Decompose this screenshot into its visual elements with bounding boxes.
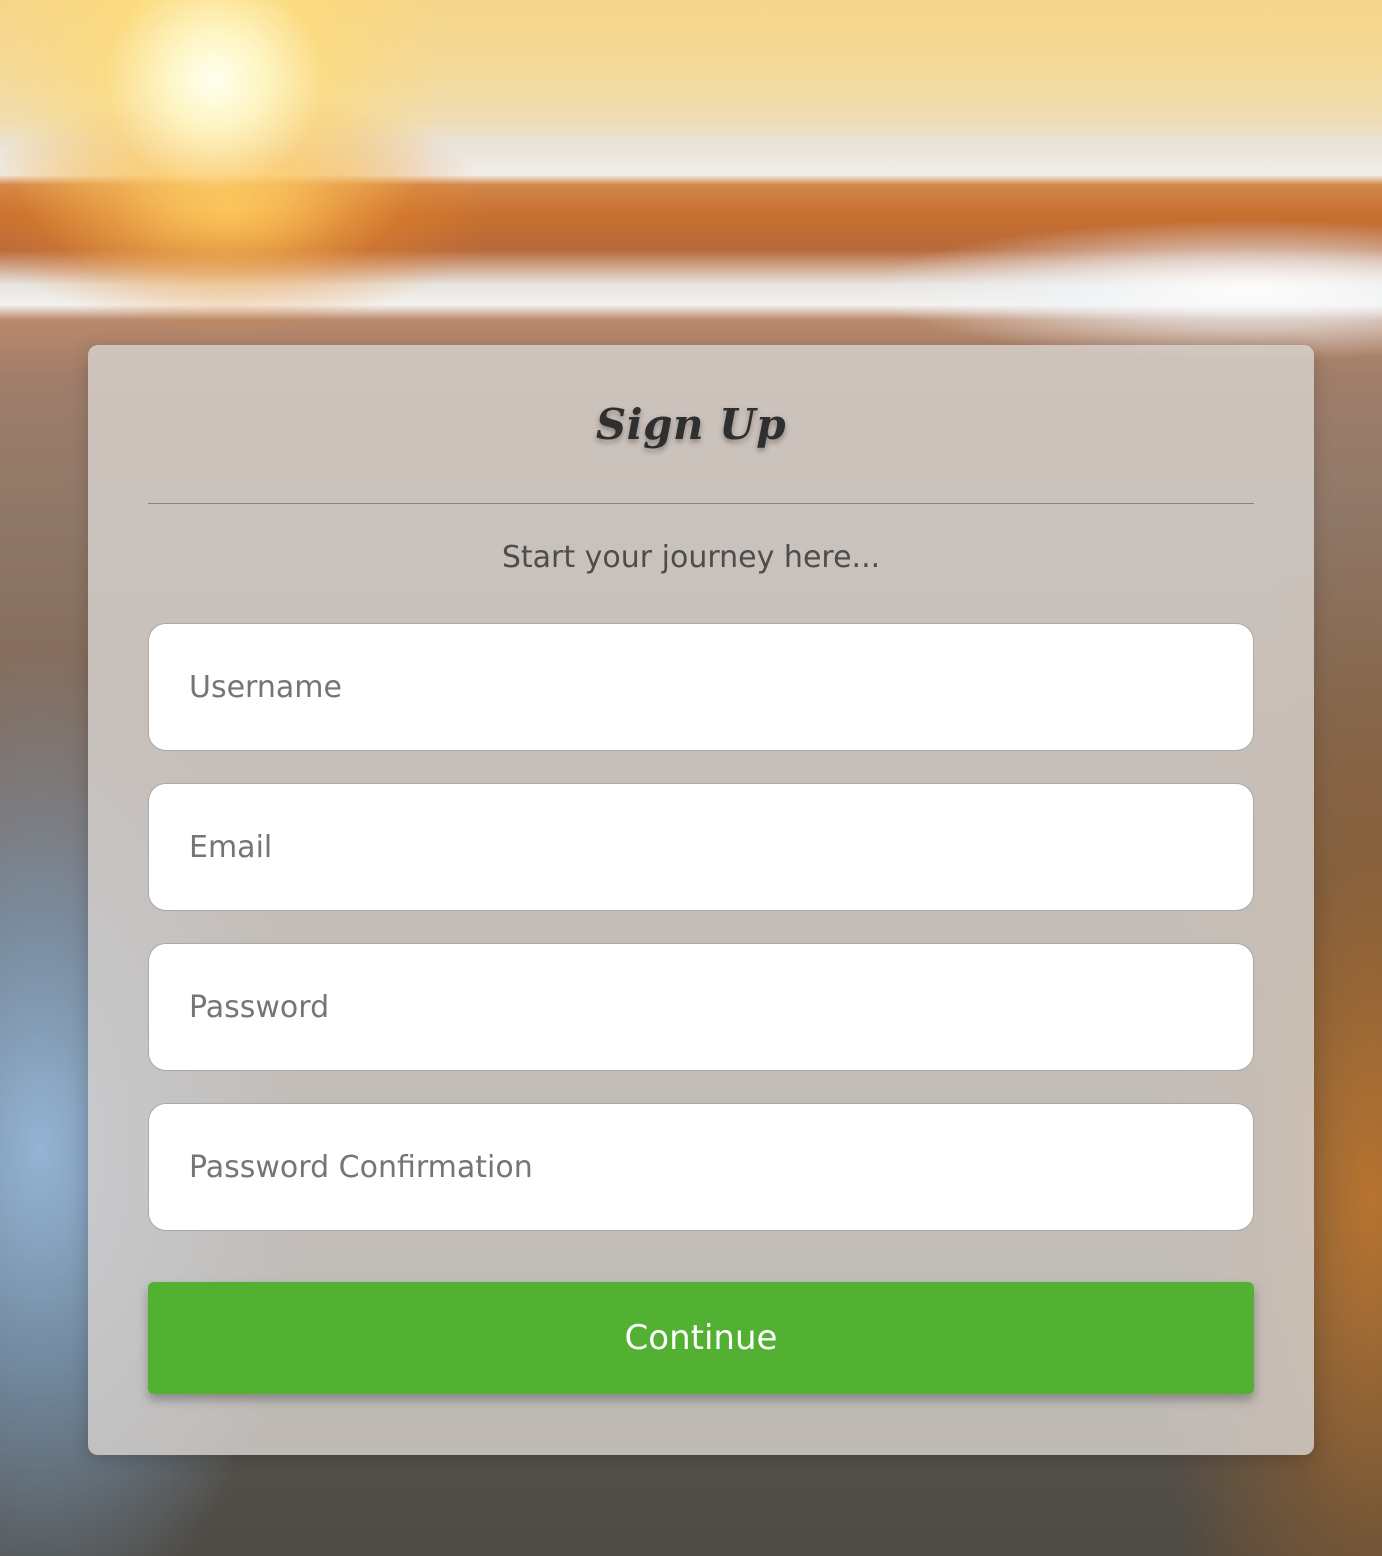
email-input[interactable] [148, 783, 1254, 911]
continue-button[interactable]: Continue [148, 1282, 1254, 1394]
title-divider [148, 503, 1254, 504]
username-input[interactable] [148, 623, 1254, 751]
password-confirmation-input[interactable] [148, 1103, 1254, 1231]
page-title: Sign Up [595, 400, 787, 449]
password-input[interactable] [148, 943, 1254, 1071]
form-subtitle: Start your journey here... [501, 540, 881, 575]
